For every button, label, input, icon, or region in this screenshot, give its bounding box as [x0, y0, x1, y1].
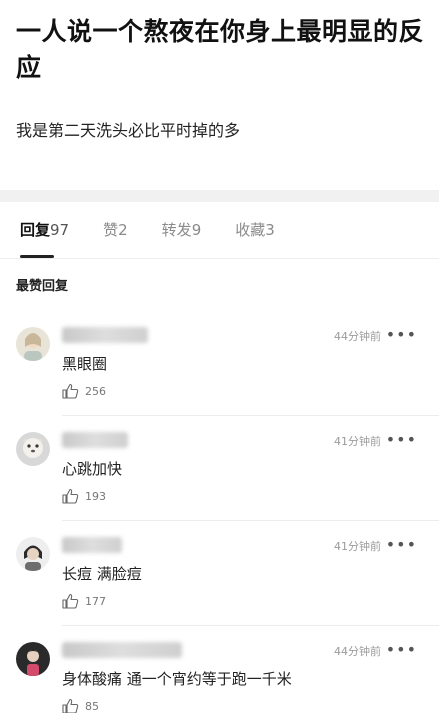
- comment-time: 44分钟前: [334, 645, 381, 658]
- section-title: 最赞回复: [16, 279, 69, 294]
- post-title: 一人说一个熬夜在你身上最明显的反应: [16, 17, 425, 82]
- tab-favorites[interactable]: 收藏3: [235, 219, 275, 258]
- username-blurred[interactable]: [62, 537, 122, 553]
- comment-text: 心跳加快: [62, 460, 123, 478]
- like-button[interactable]: 177: [62, 593, 106, 609]
- username-blurred[interactable]: [62, 432, 128, 448]
- section-gap: [0, 190, 439, 202]
- comment-time: 41分钟前: [334, 435, 381, 448]
- tab-favorites-label: 收藏: [235, 221, 266, 239]
- tab-replies-label: 回复: [20, 221, 51, 239]
- more-dots-icon[interactable]: •••: [386, 430, 417, 449]
- thumbs-up-icon: [62, 383, 79, 399]
- comment-text: 长痘 满脸痘: [62, 565, 142, 583]
- tab-favorites-count: 3: [265, 221, 275, 239]
- avatar[interactable]: [16, 642, 50, 676]
- comment-time: 44分钟前: [334, 330, 381, 343]
- tab-replies-count: 97: [50, 221, 70, 239]
- thumbs-up-icon: [62, 698, 79, 713]
- comment-item[interactable]: 44分钟前 ••• 黑眼圈 256: [0, 311, 439, 416]
- tab-reposts-label: 转发: [161, 221, 192, 239]
- tab-active-indicator: [20, 255, 54, 258]
- thumbs-up-icon: [62, 488, 79, 504]
- avatar[interactable]: [16, 327, 50, 361]
- like-count: 85: [85, 699, 99, 713]
- avatar[interactable]: [16, 432, 50, 466]
- post-body: 我是第二天洗头必比平时掉的多: [16, 121, 241, 140]
- comment-item[interactable]: 44分钟前 ••• 身体酸痛 通一个宵约等于跑一千米 85: [0, 626, 439, 713]
- more-dots-icon[interactable]: •••: [386, 535, 417, 554]
- like-count: 193: [85, 489, 106, 503]
- tab-likes-label: 赞: [103, 221, 119, 239]
- more-dots-icon[interactable]: •••: [386, 325, 417, 344]
- like-count: 177: [85, 594, 106, 608]
- more-dots-icon[interactable]: •••: [386, 640, 417, 659]
- tab-reposts[interactable]: 转发9: [162, 219, 202, 258]
- comment-time: 41分钟前: [334, 540, 381, 553]
- username-blurred[interactable]: [62, 327, 148, 343]
- like-count: 256: [85, 384, 106, 398]
- comment-item[interactable]: 41分钟前 ••• 心跳加快 193: [0, 416, 439, 521]
- username-blurred[interactable]: [62, 642, 182, 658]
- comment-item[interactable]: 41分钟前 ••• 长痘 满脸痘 177: [0, 521, 439, 626]
- like-button[interactable]: 85: [62, 698, 99, 713]
- comment-text: 身体酸痛 通一个宵约等于跑一千米: [62, 670, 292, 688]
- tab-likes[interactable]: 赞2: [103, 219, 128, 258]
- thumbs-up-icon: [62, 593, 79, 609]
- avatar[interactable]: [16, 537, 50, 571]
- post-card: 一人说一个熬夜在你身上最明显的反应 我是第二天洗头必比平时掉的多: [0, 0, 439, 190]
- like-button[interactable]: 193: [62, 488, 106, 504]
- tab-bar: 回复97 赞2 转发9 收藏3: [0, 202, 439, 258]
- tab-reposts-count: 9: [191, 221, 202, 239]
- tab-replies[interactable]: 回复97: [20, 219, 69, 258]
- comment-text: 黑眼圈: [62, 355, 108, 373]
- like-button[interactable]: 256: [62, 383, 106, 399]
- tab-likes-count: 2: [118, 221, 128, 239]
